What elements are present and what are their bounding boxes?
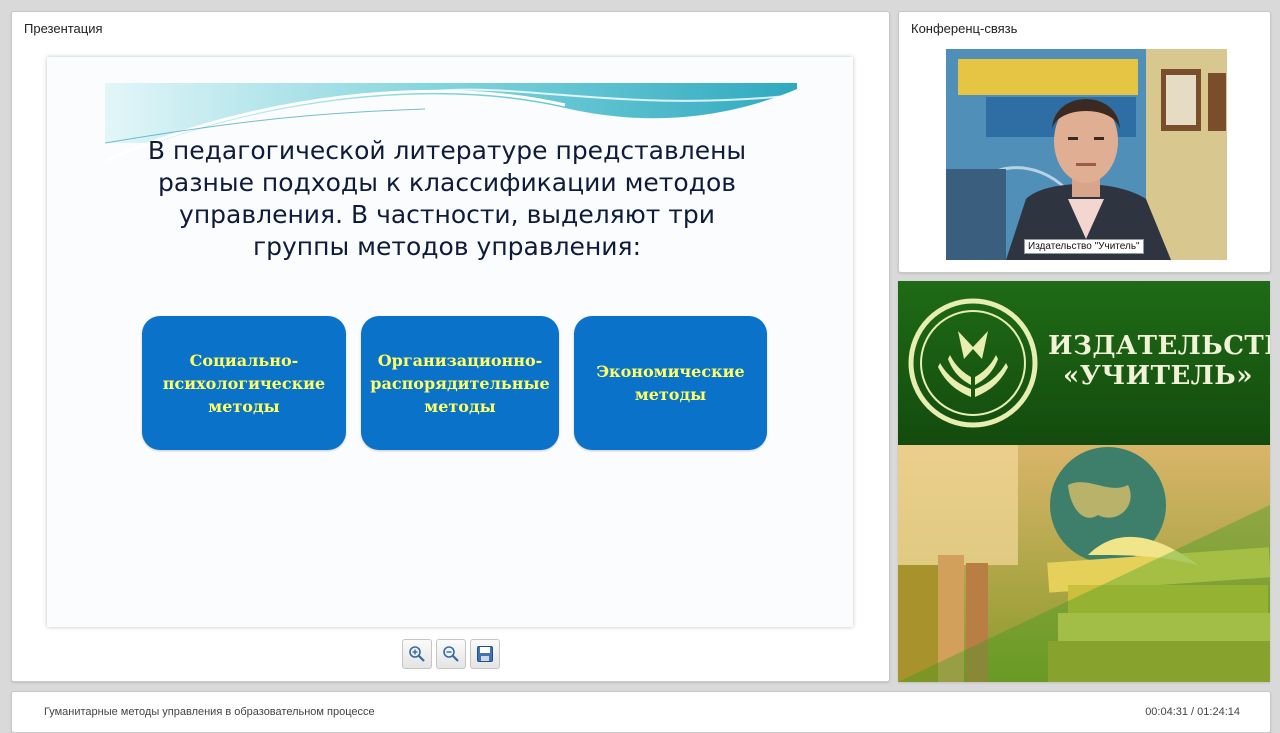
footer-bar: Гуманитарные методы управления в образов… <box>11 691 1271 733</box>
slide-toolbar <box>402 639 500 669</box>
presentation-panel: Презентация В педагогической литературе … <box>11 11 890 682</box>
banner-logo-area: ИЗДАТЕЛЬСТВО «УЧИТЕЛЬ» <box>898 281 1270 445</box>
speaker-video-frame <box>946 49 1227 260</box>
publisher-name: ИЗДАТЕЛЬСТВО «УЧИТЕЛЬ» <box>1048 331 1270 391</box>
zoom-out-icon <box>443 646 459 662</box>
publisher-logo-icon <box>908 298 1038 428</box>
banner-books-image <box>898 445 1270 682</box>
zoom-in-icon <box>409 646 425 662</box>
speaker-name-label: Издательство "Учитель" <box>1024 239 1144 254</box>
method-label-organizational: Организационно- распорядительные методы <box>370 350 550 416</box>
method-box-organizational: Организационно- распорядительные методы <box>361 316 559 450</box>
zoom-out-button[interactable] <box>436 639 466 669</box>
slide-heading-text: В педагогической литературе представлены… <box>147 136 747 261</box>
conference-panel-title: Конференц-связь <box>911 21 1018 36</box>
zoom-in-button[interactable] <box>402 639 432 669</box>
method-label-economic: Экономические методы <box>596 362 745 404</box>
save-icon <box>477 646 493 662</box>
method-label-social: Социально- психологические методы <box>162 350 326 416</box>
playback-time: 00:04:31 / 01:24:14 <box>1145 706 1240 718</box>
speaker-video[interactable]: Издательство "Учитель" <box>946 49 1227 260</box>
books-globe-illustration <box>898 445 1270 682</box>
method-box-economic: Экономические методы <box>574 316 767 450</box>
method-box-social: Социально- психологические методы <box>142 316 346 450</box>
conference-panel: Конференц-связь Издательство "Учитель" <box>898 11 1271 273</box>
lecture-title: Гуманитарные методы управления в образов… <box>44 706 375 718</box>
publisher-banner: ИЗДАТЕЛЬСТВО «УЧИТЕЛЬ» <box>898 281 1270 682</box>
presentation-panel-title: Презентация <box>24 21 103 36</box>
save-button[interactable] <box>470 639 500 669</box>
slide-frame: В педагогической литературе представлены… <box>47 57 853 627</box>
slide: В педагогической литературе представлены… <box>47 57 853 627</box>
